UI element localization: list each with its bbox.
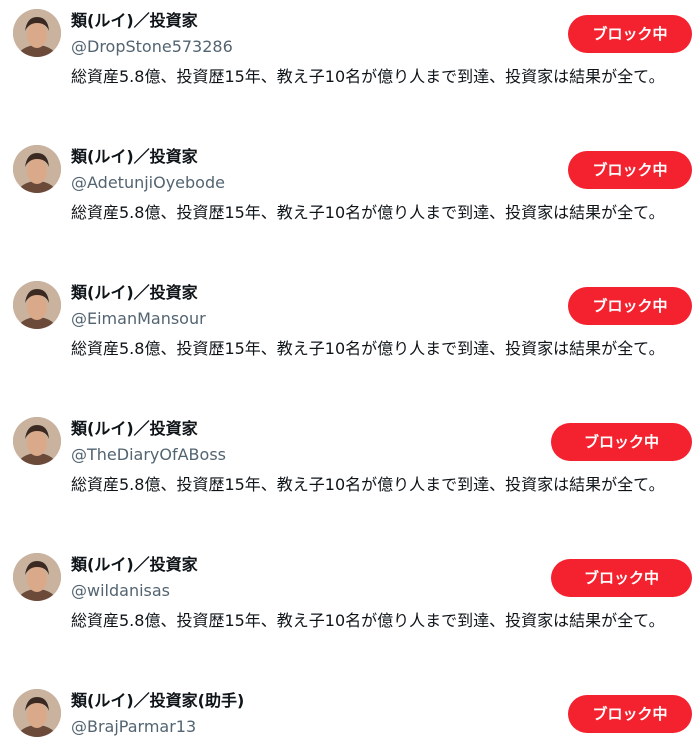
user-row[interactable]: 類(ルイ)／投資家 @EimanMansour 総資産5.8億、投資歴15年、教…	[0, 272, 700, 408]
avatar[interactable]	[13, 145, 61, 193]
display-name[interactable]: 類(ルイ)／投資家(助手)	[71, 691, 244, 711]
user-handle[interactable]: @EimanMansour	[71, 309, 206, 329]
blocked-button[interactable]: ブロック中	[568, 287, 692, 325]
user-bio: 総資産5.8億、投資歴15年、教え子10名が億り人まで到達、投資家は結果が全て。	[71, 611, 665, 630]
user-handle[interactable]: @BrajParmar13	[71, 717, 196, 737]
user-bio: 総資産5.8億、投資歴15年、教え子10名が億り人まで到達、投資家は結果が全て。	[71, 475, 665, 494]
avatar[interactable]	[13, 689, 61, 737]
user-handle[interactable]: @DropStone573286	[71, 37, 233, 57]
avatar[interactable]	[13, 9, 61, 57]
user-row[interactable]: 類(ルイ)／投資家 @AdetunjiOyebode 総資産5.8億、投資歴15…	[0, 136, 700, 272]
user-bio: 総資産5.8億、投資歴15年、教え子10名が億り人まで到達、投資家は結果が全て。	[71, 203, 665, 222]
user-row[interactable]: 類(ルイ)／投資家 @DropStone573286 総資産5.8億、投資歴15…	[0, 0, 700, 136]
user-row[interactable]: 類(ルイ)／投資家 @wildanisas 総資産5.8億、投資歴15年、教え子…	[0, 544, 700, 680]
display-name[interactable]: 類(ルイ)／投資家	[71, 147, 198, 167]
avatar[interactable]	[13, 553, 61, 601]
blocked-button[interactable]: ブロック中	[568, 151, 692, 189]
avatar[interactable]	[13, 281, 61, 329]
user-handle[interactable]: @wildanisas	[71, 581, 170, 601]
user-handle[interactable]: @TheDiaryOfABoss	[71, 445, 226, 465]
blocked-button[interactable]: ブロック中	[568, 695, 692, 733]
display-name[interactable]: 類(ルイ)／投資家	[71, 283, 198, 303]
blocked-accounts-list: 類(ルイ)／投資家 @DropStone573286 総資産5.8億、投資歴15…	[0, 0, 700, 747]
display-name[interactable]: 類(ルイ)／投資家	[71, 11, 198, 31]
avatar[interactable]	[13, 417, 61, 465]
user-row[interactable]: 類(ルイ)／投資家(助手) @BrajParmar13 ブロック中	[0, 680, 700, 747]
user-bio: 総資産5.8億、投資歴15年、教え子10名が億り人まで到達、投資家は結果が全て。	[71, 67, 665, 86]
blocked-button[interactable]: ブロック中	[551, 423, 692, 461]
display-name[interactable]: 類(ルイ)／投資家	[71, 419, 198, 439]
display-name[interactable]: 類(ルイ)／投資家	[71, 555, 198, 575]
blocked-button[interactable]: ブロック中	[551, 559, 692, 597]
user-handle[interactable]: @AdetunjiOyebode	[71, 173, 225, 193]
user-row[interactable]: 類(ルイ)／投資家 @TheDiaryOfABoss 総資産5.8億、投資歴15…	[0, 408, 700, 544]
blocked-button[interactable]: ブロック中	[568, 15, 692, 53]
user-bio: 総資産5.8億、投資歴15年、教え子10名が億り人まで到達、投資家は結果が全て。	[71, 339, 665, 358]
